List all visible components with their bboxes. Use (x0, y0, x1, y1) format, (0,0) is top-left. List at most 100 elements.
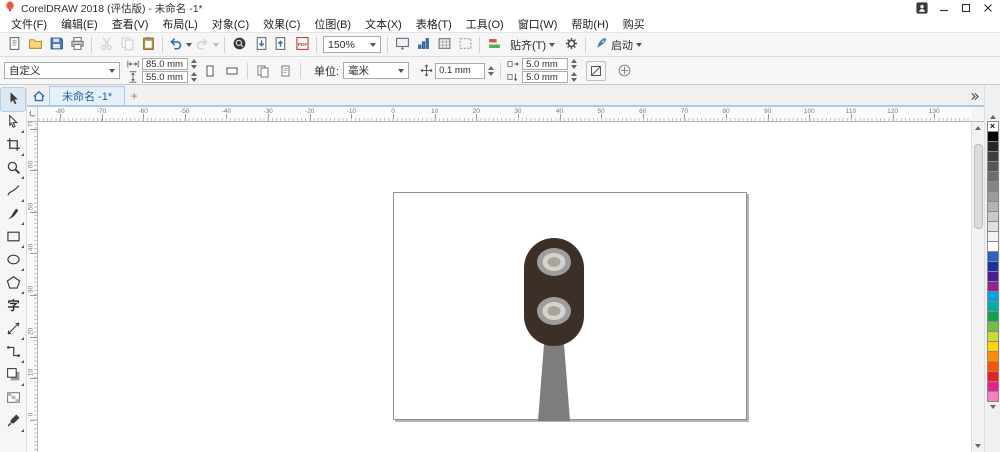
vertical-scrollbar[interactable] (971, 122, 984, 452)
page-width-stepper[interactable] (190, 59, 198, 69)
menu-item-9[interactable]: 表格(T) (409, 15, 459, 33)
nudge-offset-field[interactable]: 0.1 mm (435, 62, 486, 79)
menu-item-6[interactable]: 效果(C) (256, 15, 307, 33)
object-origin-button[interactable] (614, 61, 634, 81)
save-button[interactable] (46, 35, 66, 55)
portrait-button[interactable] (200, 61, 220, 81)
show-rulers-button[interactable] (413, 35, 433, 55)
snap-to-dropdown[interactable]: 贴齐(T) (505, 35, 560, 55)
search-content-button[interactable] (229, 35, 249, 55)
export-button[interactable] (271, 35, 291, 55)
menu-item-11[interactable]: 窗口(W) (511, 15, 565, 33)
new-tab-button[interactable]: + (125, 87, 143, 105)
units-label: 单位: (314, 65, 340, 78)
scrollbar-thumb[interactable] (973, 144, 983, 229)
close-button[interactable] (978, 1, 997, 15)
cut-icon (99, 36, 114, 54)
page-width-field[interactable]: 85.0 mm (142, 58, 188, 70)
horizontal-ruler[interactable]: -80 -70 -60 -50 -40 -30 -20 -10 0 10 20 30 40 50 60 70 8… (38, 107, 971, 122)
menu-item-7[interactable]: 位图(B) (307, 15, 358, 33)
drop-shadow-tool[interactable] (1, 364, 25, 387)
connector-tool[interactable] (1, 341, 25, 364)
text-tool-icon: 字 (6, 298, 21, 316)
menu-item-4[interactable]: 布局(L) (155, 15, 204, 33)
zoom-tool[interactable] (1, 157, 25, 180)
scroll-up-button[interactable] (972, 122, 985, 134)
ellipse-tool[interactable] (1, 249, 25, 272)
print-button[interactable] (67, 35, 87, 55)
polygon-tool[interactable] (1, 272, 25, 295)
landscape-button[interactable] (222, 61, 242, 81)
duplicate-y-field[interactable]: 5.0 mm (522, 71, 569, 83)
minimize-button[interactable] (934, 1, 953, 15)
units-combobox[interactable]: 毫米 (343, 62, 410, 79)
alignment-guides-button[interactable] (484, 35, 504, 55)
all-pages-button[interactable] (253, 61, 273, 81)
page-height-field[interactable]: 55.0 mm (142, 71, 188, 83)
undo-button[interactable] (167, 35, 193, 55)
page-height-stepper[interactable] (190, 72, 198, 82)
ruler-tick (684, 114, 686, 121)
signal-bottom-light-core[interactable] (547, 306, 561, 316)
shape-tool[interactable] (1, 111, 25, 134)
publish-pdf-button[interactable]: PDF (292, 35, 312, 55)
transparency-tool[interactable] (1, 387, 25, 410)
palette-scroll-down-button[interactable] (989, 402, 996, 412)
artistic-media-tool[interactable] (1, 203, 25, 226)
import-button[interactable] (250, 35, 270, 55)
ruler-tick (767, 114, 769, 121)
ruler-tick (517, 114, 519, 121)
freehand-tool-icon (6, 183, 21, 201)
current-page-button[interactable] (275, 61, 295, 81)
home-tab-button[interactable] (29, 87, 49, 105)
treat-as-filled-button[interactable] (586, 60, 607, 81)
menu-item-10[interactable]: 工具(O) (459, 15, 511, 33)
maximize-button[interactable] (956, 1, 975, 15)
menu-item-2[interactable]: 编辑(E) (54, 15, 105, 33)
page-preset-combobox[interactable]: 自定义 (4, 62, 120, 79)
new-document-button[interactable] (4, 35, 24, 55)
duplicate-x-stepper[interactable] (570, 59, 578, 69)
drawing-page[interactable] (393, 192, 747, 421)
scroll-down-button[interactable] (972, 440, 985, 452)
show-guidelines-button[interactable] (455, 35, 475, 55)
launch-dropdown[interactable]: 启动 (590, 35, 647, 55)
rectangle-tool[interactable] (1, 226, 25, 249)
menu-item-1[interactable]: 文件(F) (4, 15, 54, 33)
fullscreen-preview-button[interactable] (392, 35, 412, 55)
menu-item-12[interactable]: 帮助(H) (564, 15, 615, 33)
vertical-ruler[interactable]: 70 60 50 40 30 20 10 0 (27, 122, 38, 452)
menu-item-8[interactable]: 文本(X) (358, 15, 409, 33)
crop-tool[interactable] (1, 134, 25, 157)
color-swatch-f781bf[interactable] (986, 391, 999, 402)
menu-item-3[interactable]: 查看(V) (105, 15, 156, 33)
menu-item-13[interactable]: 购买 (616, 15, 652, 33)
paste-button[interactable] (138, 35, 158, 55)
document-tab[interactable]: 未命名 -1* (49, 86, 126, 105)
menu-item-5[interactable]: 对象(C) (205, 15, 256, 33)
duplicate-y-stepper[interactable] (570, 72, 578, 82)
chevron-down-icon (549, 42, 556, 47)
text-tool[interactable]: 字 (1, 295, 25, 318)
toolbar-separator (500, 62, 502, 79)
pick-tool[interactable] (0, 87, 26, 112)
zoom-level-combobox[interactable]: 150% (323, 36, 381, 53)
show-grid-button[interactable] (434, 35, 454, 55)
account-icon[interactable] (912, 1, 931, 15)
ruler-origin-button[interactable] (27, 107, 38, 122)
open-button[interactable] (25, 35, 45, 55)
signal-pole-shape[interactable] (538, 344, 570, 421)
dimension-tool[interactable] (1, 318, 25, 341)
tab-scroll-button[interactable] (968, 87, 981, 105)
freehand-tool[interactable] (1, 180, 25, 203)
chevron-down-icon[interactable] (186, 42, 192, 47)
drawing-desktop[interactable] (38, 122, 971, 452)
signal-top-light-core[interactable] (547, 257, 561, 267)
toolbar-separator (91, 36, 92, 53)
duplicate-x-field[interactable]: 5.0 mm (522, 58, 569, 70)
options-button[interactable] (561, 35, 581, 55)
nudge-offset-stepper[interactable] (487, 65, 495, 76)
toolbar-separator (162, 36, 163, 53)
color-eyedropper-tool[interactable] (1, 410, 25, 433)
chevron-down-icon[interactable] (213, 42, 219, 47)
